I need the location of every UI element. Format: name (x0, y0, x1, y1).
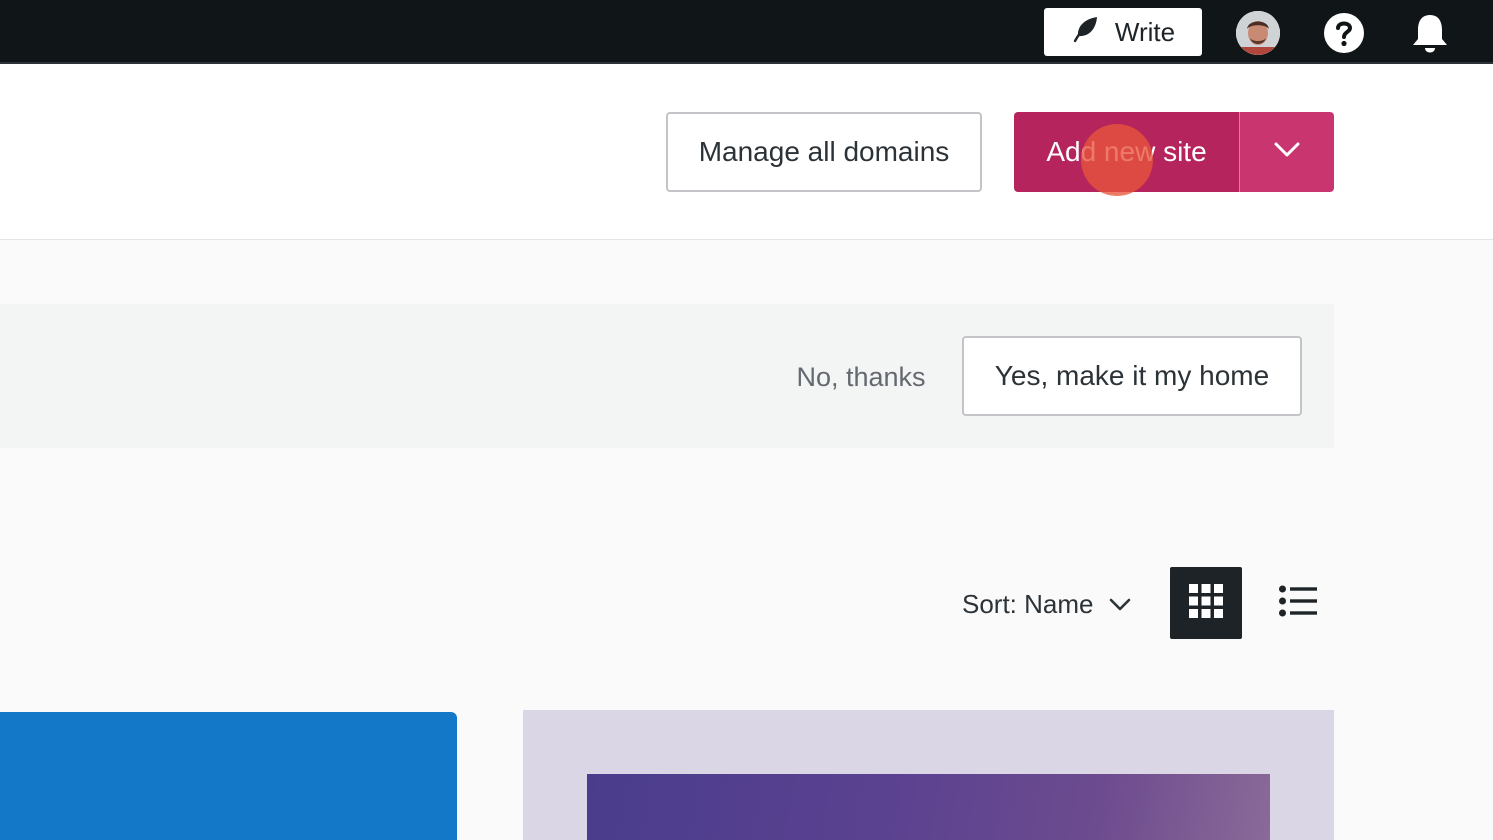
sort-label: Sort: Name (962, 588, 1094, 619)
write-button[interactable]: Write (1044, 8, 1202, 56)
make-home-button[interactable]: Yes, make it my home (962, 336, 1302, 416)
no-thanks-label: No, thanks (796, 361, 926, 392)
sort-dropdown[interactable]: Sort: Name (962, 584, 1132, 624)
add-new-site-label: Add new site (1046, 136, 1207, 167)
add-new-site-button[interactable]: Add new site (1014, 112, 1239, 192)
write-label: Write (1114, 16, 1176, 47)
list-view-button[interactable] (1262, 567, 1334, 639)
manage-all-domains-button[interactable]: Manage all domains (666, 112, 982, 192)
avatar[interactable] (1236, 11, 1280, 55)
make-home-label: Yes, make it my home (994, 360, 1270, 391)
chevron-down-icon (1108, 589, 1132, 620)
bell-icon[interactable] (1410, 12, 1450, 56)
chevron-down-icon (1273, 141, 1301, 164)
grid-icon (1189, 583, 1223, 623)
site-thumbnail (587, 774, 1270, 840)
manage-all-domains-label: Manage all domains (698, 136, 950, 167)
no-thanks-button[interactable]: No, thanks (776, 338, 946, 416)
add-site-dropdown-toggle[interactable] (1239, 112, 1334, 192)
list-icon (1279, 585, 1317, 622)
leaf-icon (1071, 14, 1101, 51)
grid-view-button[interactable] (1170, 567, 1242, 639)
site-card[interactable] (0, 712, 457, 840)
help-icon[interactable] (1324, 13, 1364, 53)
